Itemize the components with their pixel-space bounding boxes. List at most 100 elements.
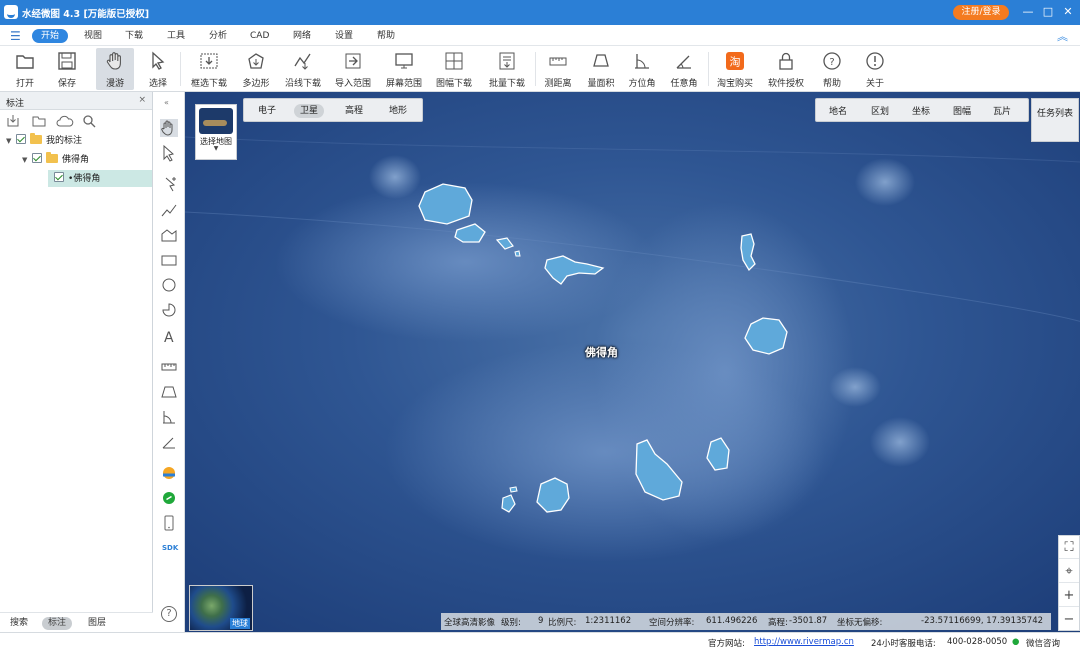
area-icon[interactable] bbox=[160, 383, 178, 401]
expand-arrow-icon[interactable]: ▼ bbox=[6, 133, 16, 149]
mobile-phone-icon[interactable] bbox=[160, 514, 178, 532]
fullscreen-icon[interactable]: ⛶ bbox=[1059, 536, 1079, 559]
ruler-icon[interactable] bbox=[160, 358, 178, 376]
folder-label: 佛得角 bbox=[62, 155, 90, 165]
line-download-button[interactable]: 沿线下载 bbox=[282, 48, 324, 90]
layer-tiles[interactable]: 瓦片 bbox=[993, 104, 1011, 117]
zoom-in-button[interactable]: + bbox=[1059, 584, 1079, 607]
tab-layers[interactable]: 图层 bbox=[88, 617, 106, 630]
screen-range-button[interactable]: 屏幕范围 bbox=[383, 48, 425, 90]
minimize-icon[interactable]: — bbox=[1020, 4, 1036, 20]
question-circle-icon: ? bbox=[823, 52, 841, 70]
tab-search[interactable]: 搜索 bbox=[10, 617, 28, 630]
close-window-icon[interactable]: ✕ bbox=[1060, 4, 1076, 20]
scale-label: 比例尺: bbox=[548, 618, 577, 628]
menu-settings[interactable]: 设置 bbox=[335, 29, 353, 43]
info-exclamation-icon bbox=[866, 52, 884, 70]
maximize-icon[interactable]: □ bbox=[1040, 4, 1056, 20]
search-icon[interactable] bbox=[82, 114, 96, 128]
item-checkbox[interactable] bbox=[54, 172, 64, 182]
draw-circle-icon[interactable] bbox=[160, 276, 178, 294]
locate-crosshair-icon[interactable]: ⌖ bbox=[1059, 560, 1079, 583]
any-angle-button[interactable]: 任意角 bbox=[668, 48, 700, 90]
root-checkbox[interactable] bbox=[16, 134, 26, 144]
angle-icon bbox=[676, 55, 691, 69]
title-bar: 水经微图 4.3 [万能版已授权] 注册/登录 — □ ✕ bbox=[0, 0, 1080, 25]
import-icon[interactable] bbox=[6, 114, 20, 128]
layer-place-names[interactable]: 地名 bbox=[829, 104, 847, 117]
map-type-electronic[interactable]: 电子 bbox=[258, 104, 276, 118]
login-register-button[interactable]: 注册/登录 bbox=[953, 5, 1009, 20]
draw-polygon-icon[interactable] bbox=[160, 226, 178, 244]
lock-icon bbox=[779, 52, 793, 70]
help-circle-icon[interactable]: ? bbox=[161, 606, 177, 622]
select-map-button[interactable]: 选择地图 ▼ bbox=[195, 104, 237, 160]
menu-network[interactable]: 网络 bbox=[293, 29, 311, 43]
sheet-download-button[interactable]: 图幅下载 bbox=[433, 48, 475, 90]
software-license-button[interactable]: 软件授权 bbox=[765, 48, 807, 90]
open-button[interactable]: 打开 bbox=[8, 48, 42, 90]
taobao-buy-button[interactable]: 淘 淘宝购买 bbox=[714, 48, 756, 90]
expand-arrow-icon[interactable]: ▼ bbox=[22, 152, 32, 168]
folder-add-icon[interactable] bbox=[32, 114, 46, 128]
tree-folder[interactable]: ▼ 佛得角 bbox=[22, 152, 89, 168]
wechat-consult-link[interactable]: 微信咨询 bbox=[1026, 637, 1060, 649]
cloud-icon[interactable] bbox=[56, 114, 74, 128]
draw-rectangle-icon[interactable] bbox=[160, 251, 178, 269]
menu-view[interactable]: 视图 bbox=[84, 29, 102, 43]
folder-checkbox[interactable] bbox=[32, 153, 42, 163]
batch-download-button[interactable]: 批量下载 bbox=[486, 48, 528, 90]
place-label[interactable]: 佛得角 bbox=[585, 344, 618, 360]
about-button[interactable]: 关于 bbox=[861, 48, 889, 90]
collapse-panel-icon[interactable]: « bbox=[164, 98, 169, 107]
azimuth-icon[interactable] bbox=[160, 408, 178, 426]
select-button[interactable]: 选择 bbox=[142, 48, 174, 90]
map-type-terrain[interactable]: 地形 bbox=[389, 104, 407, 118]
azimuth-button[interactable]: 方位角 bbox=[626, 48, 658, 90]
menu-tools[interactable]: 工具 bbox=[167, 29, 185, 43]
map-type-satellite[interactable]: 卫星 bbox=[294, 104, 325, 118]
map-view[interactable]: 选择地图 ▼ 电子 卫星 高程 地形 地名 区划 坐标 图幅 瓦片 任务列表 佛… bbox=[185, 92, 1080, 632]
panel-header: 标注 × bbox=[0, 92, 152, 110]
polygon-button[interactable]: 多边形 bbox=[238, 48, 274, 90]
taobao-icon: 淘 bbox=[726, 52, 744, 70]
panel-close-icon[interactable]: × bbox=[138, 95, 146, 105]
hand-pan-icon[interactable] bbox=[160, 119, 178, 137]
menu-download[interactable]: 下载 bbox=[125, 29, 143, 43]
layer-divisions[interactable]: 区划 bbox=[871, 104, 889, 117]
map-type-elevation[interactable]: 高程 bbox=[345, 104, 363, 118]
layer-coordinates[interactable]: 坐标 bbox=[912, 104, 930, 117]
hamburger-menu-icon[interactable]: ☰ bbox=[10, 29, 21, 43]
roam-button[interactable]: 漫游 bbox=[96, 48, 134, 90]
website-link[interactable]: http://www.rivermap.cn bbox=[754, 637, 854, 647]
link-icon[interactable] bbox=[160, 489, 178, 507]
measure-area-button[interactable]: 量面积 bbox=[584, 48, 618, 90]
weather-icon[interactable] bbox=[160, 464, 178, 482]
angle-icon[interactable] bbox=[160, 433, 178, 451]
zoom-out-button[interactable]: − bbox=[1059, 608, 1079, 631]
draw-sector-icon[interactable] bbox=[160, 301, 178, 319]
globe-view-button[interactable]: 地球 bbox=[189, 585, 253, 631]
box-download-button[interactable]: 框选下载 bbox=[188, 48, 230, 90]
coordinate-label: 坐标无偏移: bbox=[837, 618, 883, 628]
measure-distance-button[interactable]: 测距离 bbox=[541, 48, 575, 90]
menu-start[interactable]: 开始 bbox=[32, 29, 69, 43]
satellite-map-image bbox=[185, 92, 1080, 632]
import-range-button[interactable]: 导入范围 bbox=[332, 48, 374, 90]
draw-line-icon[interactable] bbox=[160, 201, 178, 219]
save-button[interactable]: 保存 bbox=[50, 48, 84, 90]
menu-cad[interactable]: CAD bbox=[250, 29, 269, 43]
help-button[interactable]: ? 帮助 bbox=[818, 48, 846, 90]
layer-sheets[interactable]: 图幅 bbox=[953, 104, 971, 117]
draw-text-icon[interactable]: A bbox=[160, 327, 178, 345]
collapse-ribbon-icon[interactable]: ︽ bbox=[1057, 28, 1068, 44]
menu-help[interactable]: 帮助 bbox=[377, 29, 395, 43]
tab-annotation[interactable]: 标注 bbox=[42, 617, 73, 630]
tree-root[interactable]: ▼ 我的标注 bbox=[6, 133, 82, 149]
sdk-button[interactable]: SDK bbox=[162, 544, 178, 552]
cursor-arrow-icon[interactable] bbox=[160, 144, 178, 162]
menu-analysis[interactable]: 分析 bbox=[209, 29, 227, 43]
draw-point-icon[interactable] bbox=[160, 175, 178, 193]
task-list-button[interactable]: 任务列表 bbox=[1031, 98, 1079, 142]
tree-item-selected[interactable]: •佛得角 bbox=[54, 171, 100, 187]
